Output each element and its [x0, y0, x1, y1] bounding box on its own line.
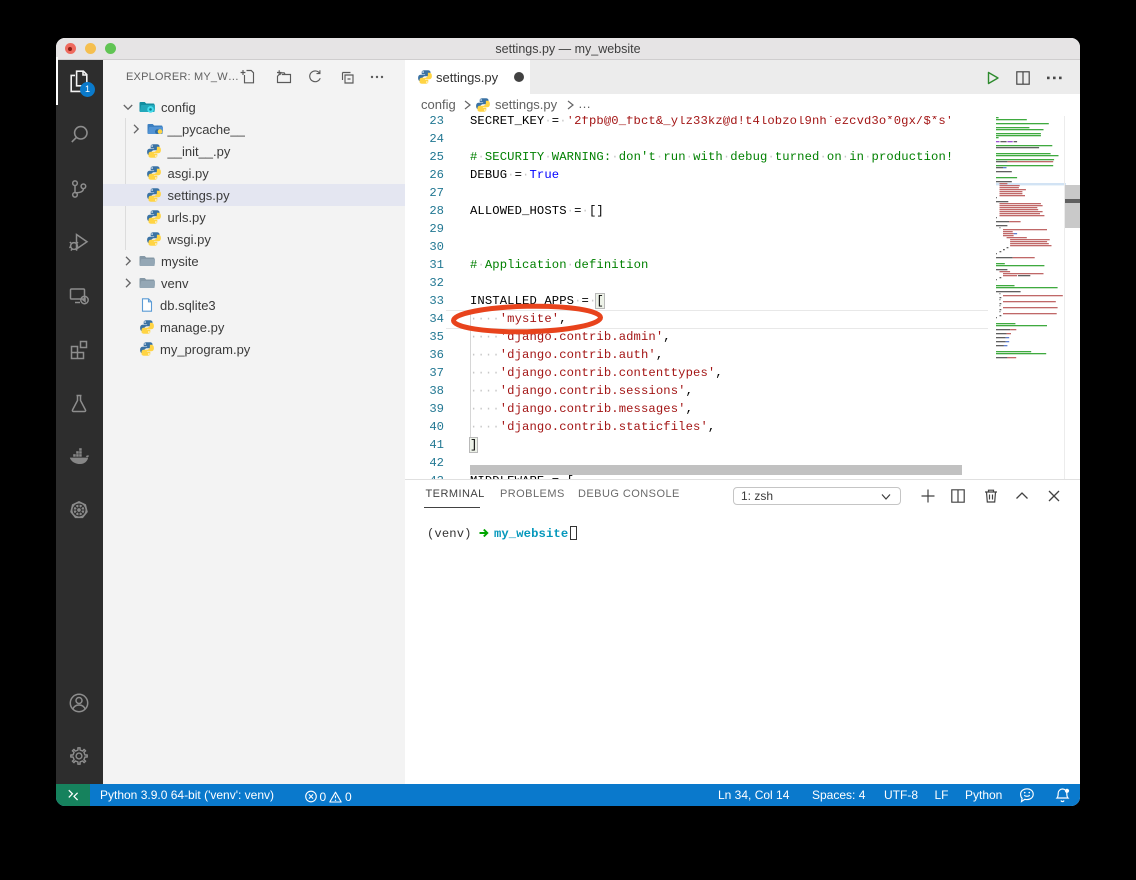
svg-text:0: 0: [345, 790, 352, 804]
svg-text:0: 0: [320, 790, 327, 804]
